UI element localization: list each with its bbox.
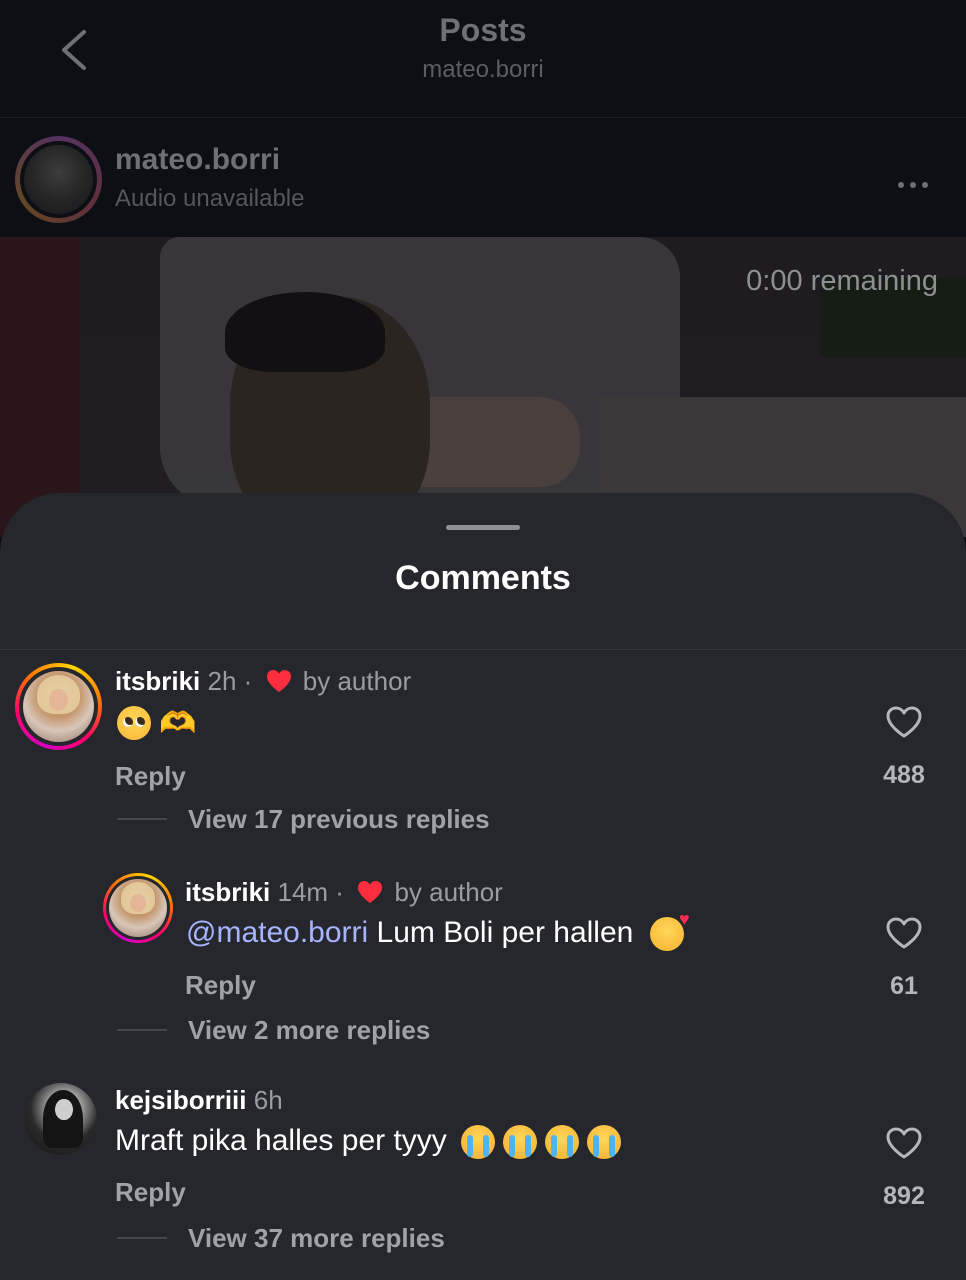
comment-text: Mraft pika halles per tyyy <box>115 1124 629 1160</box>
comment-username[interactable]: kejsiborriii <box>115 1085 247 1115</box>
comments-title: Comments <box>395 559 571 597</box>
loudly-crying-face-icon <box>587 1125 622 1160</box>
sheet-drag-handle[interactable] <box>446 525 520 530</box>
more-options-icon[interactable] <box>898 175 938 188</box>
author-avatar[interactable] <box>15 136 102 223</box>
replies-line <box>117 818 167 820</box>
divider <box>0 649 966 650</box>
view-replies-button[interactable]: View 2 more replies <box>188 1015 430 1046</box>
page-title: Posts <box>439 12 527 48</box>
comment-username-row: itsbriki 2h · by author <box>115 666 412 696</box>
comment-time: 2h <box>207 666 237 696</box>
comment-username-row: kejsiborriii 6h <box>115 1085 283 1116</box>
avatar[interactable] <box>103 873 173 943</box>
pleading-face-icon <box>117 706 151 741</box>
post-video[interactable]: 0:00 remaining <box>0 237 966 537</box>
like-count: 892 <box>883 1182 925 1210</box>
liked-by-author-label: by author <box>302 666 412 696</box>
mention-link[interactable]: @mateo.borri <box>186 916 368 949</box>
heart-hands-icon: 🫶 <box>159 706 197 740</box>
comment-username[interactable]: itsbriki <box>185 877 270 907</box>
smiling-face-with-hearts-icon <box>649 909 690 952</box>
comment-username[interactable]: itsbriki <box>115 666 200 696</box>
like-heart-icon[interactable] <box>885 916 923 950</box>
replies-line <box>117 1029 167 1031</box>
comment-time: 14m <box>277 877 329 907</box>
like-count: 61 <box>890 972 918 1000</box>
comments-sheet: Comments itsbriki 2h · by author 🫶 Reply… <box>0 493 966 1280</box>
like-count: 488 <box>883 761 925 789</box>
reply-button[interactable]: Reply <box>185 970 256 1001</box>
like-heart-icon[interactable] <box>885 705 923 739</box>
author-liked-heart-icon <box>266 670 291 692</box>
page-subtitle: mateo.borri <box>422 56 544 83</box>
top-bar: Posts mateo.borri <box>0 0 966 118</box>
post-author-row: mateo.borri Audio unavailable <box>0 119 966 237</box>
avatar[interactable] <box>25 1083 97 1155</box>
view-replies-button[interactable]: View 37 more replies <box>188 1223 445 1254</box>
comment-time: 6h <box>253 1085 283 1115</box>
loudly-crying-face-icon <box>545 1125 580 1160</box>
author-username[interactable]: mateo.borri <box>115 143 280 177</box>
loudly-crying-face-icon <box>461 1125 496 1160</box>
reply-button[interactable]: Reply <box>115 761 186 792</box>
like-heart-icon[interactable] <box>885 1126 923 1160</box>
liked-by-author-label: by author <box>394 877 503 907</box>
comment-username-row: itsbriki 14m · by author <box>185 877 503 907</box>
comment-text: @mateo.borri Lum Boli per hallen <box>186 909 692 952</box>
replies-line <box>117 1237 167 1239</box>
loudly-crying-face-icon <box>503 1125 538 1160</box>
view-replies-button[interactable]: View 17 previous replies <box>188 804 490 835</box>
video-remaining-time: 0:00 remaining <box>746 265 938 297</box>
reply-button[interactable]: Reply <box>115 1177 186 1208</box>
audio-status: Audio unavailable <box>115 185 305 212</box>
author-liked-heart-icon <box>358 881 383 903</box>
comment-text: 🫶 <box>117 705 196 741</box>
avatar[interactable] <box>15 663 102 750</box>
